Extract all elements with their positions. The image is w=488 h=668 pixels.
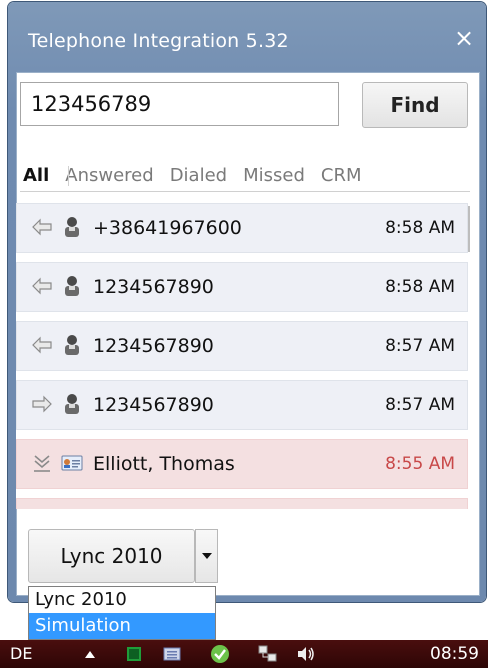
show-hidden-icons-icon[interactable] [80,644,100,664]
provider-option-lync-2010[interactable]: Lync 2010 [29,587,215,613]
contact-name: Elliott, Thomas [93,453,235,475]
close-button[interactable]: × [450,24,478,52]
call-row-missed[interactable] [16,498,468,509]
incoming-call-icon [31,216,53,238]
tab-separator [68,166,69,186]
call-list-scrollbar[interactable] [468,206,470,252]
tab-all[interactable]: All [20,165,52,192]
call-row[interactable]: 1234567890 8:58 AM [16,262,468,312]
call-time: 8:55 AM [385,454,455,474]
person-icon [61,393,83,415]
find-button[interactable]: Find [362,82,468,128]
tab-dialed[interactable]: Dialed [167,165,230,192]
call-time: 8:57 AM [385,395,455,415]
contact-card-icon [61,452,83,474]
call-row-missed[interactable]: Elliott, Thomas 8:55 AM [16,439,468,489]
provider-select-button[interactable]: Lync 2010 [28,529,195,583]
window-title: Telephone Integration 5.32 [28,30,289,52]
security-check-icon[interactable] [210,644,230,664]
search-input[interactable] [20,82,339,126]
chevron-down-icon [201,553,212,559]
call-time: 8:58 AM [385,277,455,297]
person-icon [61,334,83,356]
language-indicator[interactable]: DE [10,644,32,663]
provider-dropdown-menu: Lync 2010 Simulation [28,586,216,640]
call-number: +38641967600 [93,217,242,239]
call-row[interactable]: 1234567890 8:57 AM [16,380,468,430]
call-number: 1234567890 [93,394,214,416]
call-time: 8:58 AM [385,218,455,238]
tray-app-icon[interactable] [124,644,144,664]
incoming-call-icon [31,334,53,356]
person-icon [61,216,83,238]
network-icon[interactable] [258,644,278,664]
provider-dropdown-toggle[interactable] [195,529,218,583]
call-row[interactable]: +38641967600 8:58 AM [16,203,468,253]
taskbar-clock[interactable]: 08:59 [430,644,479,664]
incoming-call-icon [31,275,53,297]
call-time: 8:57 AM [385,336,455,356]
call-filter-tabs: All Answered Dialed Missed CRM [20,160,470,192]
volume-icon[interactable] [296,644,316,664]
tab-answered[interactable]: Answered [62,165,156,192]
tab-divider [20,191,470,192]
outgoing-call-icon [31,393,53,415]
call-number: 1234567890 [93,335,214,357]
tab-crm[interactable]: CRM [318,165,365,192]
provider-option-simulation[interactable]: Simulation [29,613,215,639]
call-list[interactable]: +38641967600 8:58 AM 1234567890 8:58 AM … [16,203,468,509]
windows-taskbar: DE 08:59 [0,640,488,668]
keyboard-icon[interactable] [162,644,182,664]
call-row[interactable]: 1234567890 8:57 AM [16,321,468,371]
missed-call-icon [31,452,53,474]
tab-missed[interactable]: Missed [240,165,308,192]
call-number: 1234567890 [93,276,214,298]
person-icon [61,275,83,297]
title-bar[interactable]: Telephone Integration 5.32 × [8,2,486,72]
